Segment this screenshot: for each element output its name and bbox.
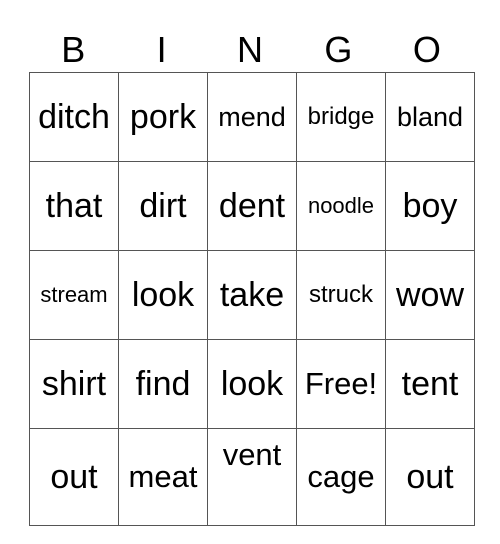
card-cell[interactable]: that	[29, 161, 119, 251]
card-cell[interactable]: shirt	[29, 339, 119, 429]
free-space-cell[interactable]: Free!	[296, 339, 386, 429]
card-row: shirt find look Free! tent	[29, 339, 475, 429]
bingo-card: ditch pork mend bridge bland that dirt d…	[29, 72, 475, 526]
card-cell[interactable]: take	[207, 250, 297, 340]
card-cell[interactable]: pork	[118, 72, 208, 162]
header-letter-n: N	[237, 29, 264, 70]
card-row: stream look take struck wow	[29, 250, 475, 340]
card-cell[interactable]: cage	[296, 428, 386, 526]
card-cell[interactable]: stream	[29, 250, 119, 340]
card-cell[interactable]: dent	[207, 161, 297, 251]
card-cell[interactable]: out	[29, 428, 119, 526]
card-cell[interactable]: out	[385, 428, 475, 526]
header-letter-i: I	[156, 29, 167, 70]
card-cell[interactable]: meat	[118, 428, 208, 526]
header-letter-g: G	[324, 29, 353, 70]
card-cell[interactable]: mend	[207, 72, 297, 162]
card-row: that dirt dent noodle boy	[29, 161, 475, 251]
card-cell[interactable]: dirt	[118, 161, 208, 251]
card-cell[interactable]: boy	[385, 161, 475, 251]
card-cell[interactable]: vent	[207, 428, 297, 526]
card-cell[interactable]: tent	[385, 339, 475, 429]
card-row: ditch pork mend bridge bland	[29, 72, 475, 162]
card-cell[interactable]: bland	[385, 72, 475, 162]
card-row: out meat vent cage out	[29, 428, 475, 526]
card-cell[interactable]: struck	[296, 250, 386, 340]
card-cell[interactable]: look	[207, 339, 297, 429]
header-letter-o: O	[412, 29, 441, 70]
card-cell[interactable]: wow	[385, 250, 475, 340]
bingo-header: B I N G O	[29, 28, 471, 72]
card-cell[interactable]: look	[118, 250, 208, 340]
header-letter-b: B	[61, 29, 86, 70]
card-cell[interactable]: ditch	[29, 72, 119, 162]
card-cell[interactable]: bridge	[296, 72, 386, 162]
card-cell[interactable]: noodle	[296, 161, 386, 251]
card-cell[interactable]: find	[118, 339, 208, 429]
